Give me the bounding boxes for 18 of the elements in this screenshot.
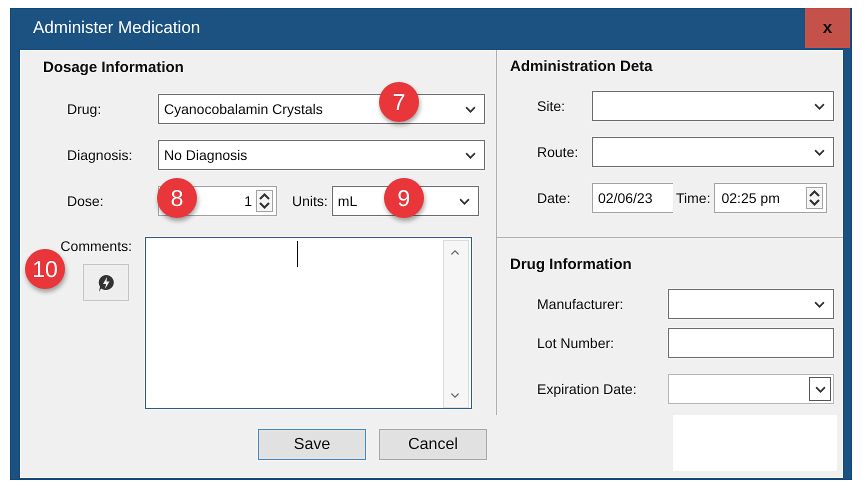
field-label: Units: [292, 193, 328, 209]
step-callout-tooltip: 9 [384, 178, 424, 218]
section-heading: Dosage Information [43, 59, 184, 76]
field-label: Time: [676, 190, 710, 206]
field-label: Dose: [67, 193, 105, 209]
field-label: Site: [537, 98, 566, 114]
field-label: Route: [537, 144, 580, 160]
window-title: Administer Medication [32, 18, 200, 38]
section-heading: Administration Deta [510, 58, 653, 75]
field-label: Date: [537, 190, 572, 206]
field-label: Drug: [67, 101, 102, 117]
field-label: Lot Number: [537, 335, 616, 351]
step-callout-tooltip: 7 [379, 82, 419, 122]
field-label: Expiration Date: [537, 381, 638, 397]
section-heading: Drug Information [510, 256, 632, 273]
field-label: Diagnosis: [67, 147, 134, 163]
step-callout-tooltip: 8 [157, 178, 197, 218]
field-label: Manufacturer: [537, 296, 624, 312]
